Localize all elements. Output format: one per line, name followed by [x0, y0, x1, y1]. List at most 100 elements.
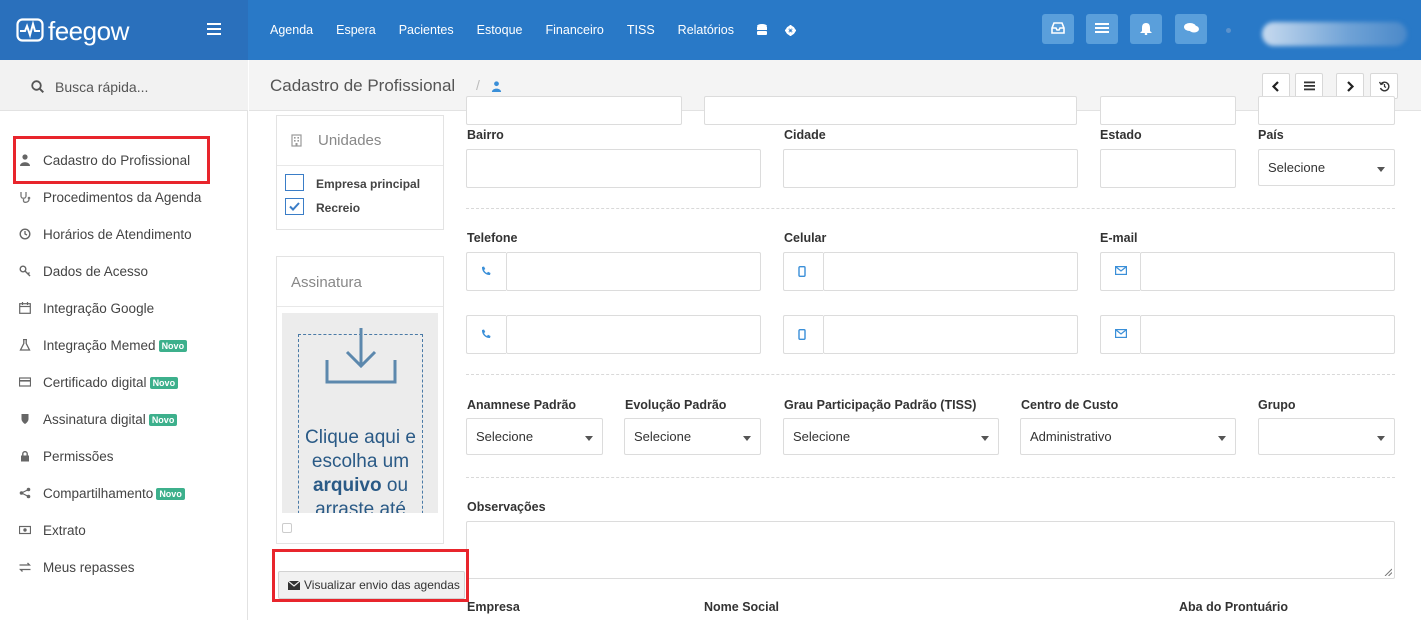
list-button[interactable] [1086, 14, 1118, 44]
sidebar-item-extrato[interactable]: Extrato [0, 512, 248, 549]
heartbeat-logo-icon [16, 18, 44, 42]
phone-addon [466, 252, 506, 291]
new-badge: Novo [158, 339, 188, 352]
checkbox-label: Empresa principal [316, 177, 421, 191]
sidebar-item-cadastro[interactable]: Cadastro do Profissional [0, 142, 248, 179]
logo-area: feegow [0, 0, 248, 60]
nav-tiss[interactable]: TISS [627, 23, 655, 37]
centro-custo-select-value: Administrativo [1030, 429, 1112, 444]
pais-select[interactable]: Selecione [1258, 149, 1395, 186]
sidebar-item-assinatura-digital[interactable]: Assinatura digital Novo [0, 401, 248, 438]
dropzone-text: Clique aqui e escolha um arquivo ou arra… [298, 426, 423, 513]
telefone-2-input[interactable] [506, 315, 761, 354]
units-title: Unidades [318, 132, 382, 149]
grau-select-value: Selecione [793, 429, 851, 444]
chat-button[interactable] [1175, 14, 1207, 44]
nav-estoque[interactable]: Estoque [477, 23, 523, 37]
brand-name[interactable]: feegow [48, 16, 129, 47]
inbox-icon [1051, 22, 1065, 34]
celular-input[interactable] [823, 252, 1078, 291]
quick-search[interactable]: Busca rápida... [0, 60, 248, 111]
sidebar-item-certificado[interactable]: Certificado digital Novo [0, 364, 248, 401]
evolucao-select[interactable]: Selecione [624, 418, 761, 455]
section-divider [466, 374, 1395, 375]
user-profile-menu[interactable] [1262, 22, 1407, 46]
anamnese-select[interactable]: Selecione [466, 418, 603, 455]
view-schedule-sending-label: Visualizar envio das agendas [304, 578, 460, 592]
inbox-button[interactable] [1042, 14, 1074, 44]
grupo-select[interactable] [1258, 418, 1395, 455]
sidebar-item-label: Horários de Atendimento [43, 227, 192, 242]
sidebar-item-dados-acesso[interactable]: Dados de Acesso [0, 253, 248, 290]
dropzone-bold-word: arquivo [312, 475, 382, 496]
mobile-icon [798, 266, 806, 277]
sidebar-item-label: Compartilhamento [43, 486, 154, 501]
caret-down-icon [981, 436, 989, 441]
sidebar-item-procedimentos[interactable]: Procedimentos da Agenda [0, 179, 248, 216]
sidebar-item-label: Extrato [43, 523, 86, 538]
pais-select-value: Selecione [1268, 160, 1326, 175]
label-anamnese: Anamnese Padrão [467, 398, 577, 412]
menu-toggle-icon[interactable] [207, 23, 221, 35]
new-badge: Novo [149, 376, 179, 389]
nav-espera[interactable]: Espera [336, 23, 376, 37]
label-email: E-mail [1100, 231, 1138, 245]
checkbox-recreio[interactable] [285, 198, 304, 215]
email-input[interactable] [1140, 252, 1395, 291]
signature-checkbox[interactable] [282, 523, 292, 533]
grau-participacao-select[interactable]: Selecione [783, 418, 999, 455]
gear-icon[interactable] [784, 24, 796, 36]
field-top-1[interactable] [466, 96, 682, 125]
notifications-button[interactable] [1130, 14, 1162, 44]
chevron-right-icon [1347, 81, 1355, 92]
user-md-icon [20, 154, 30, 166]
calendar-icon [19, 302, 31, 314]
sidebar-item-integracao-memed[interactable]: Integração Memed Novo [0, 327, 248, 364]
email-addon [1100, 252, 1140, 291]
nav-relatorios[interactable]: Relatórios [678, 23, 734, 37]
database-icon[interactable] [756, 24, 767, 36]
sidebar-item-permissoes[interactable]: Permissões [0, 438, 248, 475]
dropzone-line-4: arraste até [315, 499, 406, 513]
email-addon-2 [1100, 315, 1140, 354]
field-top-3[interactable] [1100, 96, 1236, 125]
view-schedule-sending-button[interactable]: Visualizar envio das agendas [278, 571, 465, 599]
nav-pacientes[interactable]: Pacientes [399, 23, 454, 37]
flask-icon [19, 339, 31, 351]
nav-financeiro[interactable]: Financeiro [546, 23, 604, 37]
status-dot [1226, 28, 1231, 33]
anamnese-select-value: Selecione [476, 429, 534, 444]
email-2-input[interactable] [1140, 315, 1395, 354]
top-bar: feegow Agenda Espera Pacientes Estoque F… [0, 0, 1421, 60]
celular-2-input[interactable] [823, 315, 1078, 354]
envelope-icon [288, 580, 300, 590]
label-grau: Grau Participação Padrão (TISS) [784, 398, 977, 412]
resize-handle-icon[interactable] [1384, 568, 1392, 576]
section-divider [466, 208, 1395, 209]
cidade-input[interactable] [783, 149, 1078, 188]
centro-custo-select[interactable]: Administrativo [1020, 418, 1236, 455]
sidebar-item-horarios[interactable]: Horários de Atendimento [0, 216, 248, 253]
sidebar-item-label: Dados de Acesso [43, 264, 149, 279]
label-estado: Estado [1100, 128, 1142, 142]
check-icon [289, 202, 300, 211]
telefone-input[interactable] [506, 252, 761, 291]
download-icon [325, 328, 397, 384]
bairro-input[interactable] [466, 149, 761, 188]
bell-icon [1140, 23, 1152, 35]
signature-dropzone[interactable]: Clique aqui e escolha um arquivo ou arra… [282, 313, 438, 513]
sidebar-item-meus-repasses[interactable]: Meus repasses [0, 549, 248, 586]
caret-down-icon [1218, 436, 1226, 441]
sidebar-item-label: Assinatura digital [43, 412, 146, 427]
field-top-2[interactable] [704, 96, 1077, 125]
estado-input[interactable] [1100, 149, 1236, 188]
nav-agenda[interactable]: Agenda [270, 23, 313, 37]
caret-down-icon [1377, 436, 1385, 441]
checkbox-empresa-principal[interactable] [285, 174, 304, 191]
observacoes-textarea[interactable] [466, 521, 1395, 579]
sidebar-item-integracao-google[interactable]: Integração Google [0, 290, 248, 327]
sidebar-item-label: Cadastro do Profissional [43, 153, 191, 168]
sidebar-item-compartilhamento[interactable]: Compartilhamento Novo [0, 475, 248, 512]
field-top-4[interactable] [1258, 96, 1395, 125]
shield-icon [21, 414, 29, 424]
